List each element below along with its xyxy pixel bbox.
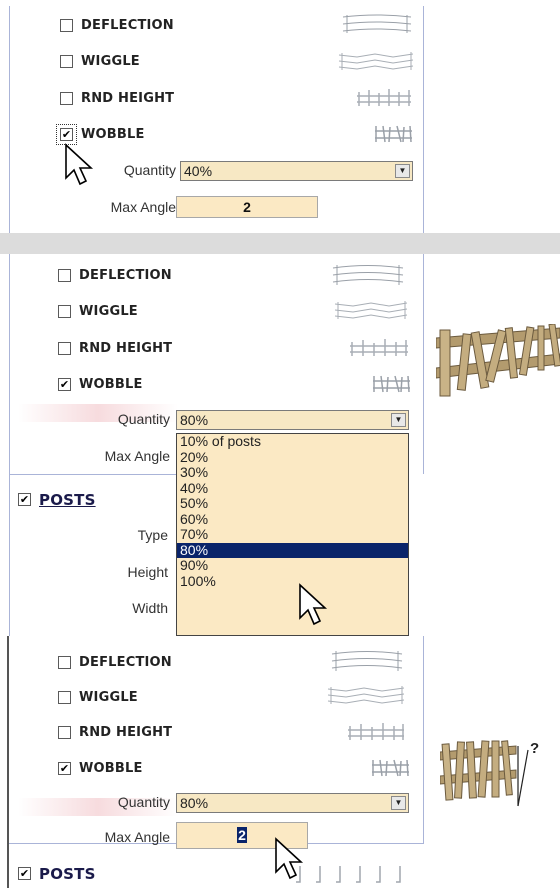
option-posts[interactable]: ✔ POSTS	[18, 864, 168, 888]
type-label: Type	[137, 527, 168, 543]
wiggle-checkbox[interactable]	[58, 305, 71, 318]
quantity-value: 40%	[184, 163, 213, 179]
wobble-label: WOBBLE	[79, 377, 143, 392]
quantity-value: 80%	[180, 412, 209, 428]
rnd-height-label: RND HEIGHT	[81, 91, 175, 106]
option-90[interactable]: 90%	[177, 557, 408, 574]
rnd-height-checkbox[interactable]	[58, 726, 71, 739]
rnd-height-checkbox[interactable]	[58, 342, 71, 355]
deflection-label: DEFLECTION	[81, 18, 174, 33]
max-angle-value: 2	[243, 199, 251, 215]
option-10[interactable]: 10% of posts	[177, 434, 408, 450]
quantity-dropdown-list[interactable]: 10% of posts 20% 30% 40% 50% 60% 70% 80%…	[176, 433, 409, 636]
mouse-pointer-icon	[65, 143, 94, 186]
panel-right-border	[423, 6, 424, 233]
panel-left-border	[9, 6, 10, 233]
deflection-checkbox[interactable]	[60, 19, 73, 32]
dropdown-arrow-icon[interactable]: ▼	[391, 796, 406, 810]
wiggle-checkbox[interactable]	[60, 55, 73, 68]
option-wobble[interactable]: ✔ WOBBLE	[58, 760, 408, 780]
wiggle-label: WIGGLE	[79, 304, 138, 319]
deflection-label: DEFLECTION	[79, 268, 172, 283]
wiggle-thumb-icon	[327, 686, 405, 704]
wobble-checkbox[interactable]: ✔	[56, 124, 77, 145]
angle-annotation: ?	[530, 740, 540, 757]
wobble-fence-illustration	[436, 324, 560, 397]
posts-label: POSTS	[39, 865, 96, 883]
panel-wobble-quantity-40: DEFLECTION WIGGLE RND HEIGHT ✔ WOBBLE Qu…	[0, 0, 560, 233]
wiggle-thumb-icon	[334, 301, 408, 319]
wobble-thumb-icon	[373, 375, 410, 393]
rnd-height-thumb-icon	[350, 339, 408, 356]
deflection-checkbox[interactable]	[58, 656, 71, 669]
rnd-height-label: RND HEIGHT	[79, 725, 173, 740]
rnd-height-thumb-icon	[348, 723, 404, 740]
height-label: Height	[127, 564, 168, 580]
deflection-checkbox[interactable]	[58, 269, 71, 282]
wiggle-label: WIGGLE	[81, 54, 140, 69]
wobble-checkbox[interactable]: ✔	[58, 762, 71, 775]
deflection-thumb-icon	[342, 14, 412, 33]
option-30[interactable]: 30%	[177, 464, 408, 481]
wiggle-checkbox[interactable]	[58, 691, 71, 704]
deflection-label: DEFLECTION	[79, 655, 172, 670]
mouse-pointer-icon	[275, 837, 304, 880]
wiggle-label: WIGGLE	[79, 690, 138, 705]
panel-left-border	[7, 636, 9, 888]
rnd-height-label: RND HEIGHT	[79, 341, 173, 356]
quantity-value: 80%	[180, 795, 209, 811]
wiggle-thumb-icon	[338, 52, 414, 70]
deflection-thumb-icon	[331, 651, 403, 671]
quantity-label: Quantity	[123, 162, 176, 178]
option-wobble[interactable]: ✔ WOBBLE	[58, 376, 408, 396]
max-angle-label: Max Angle	[104, 448, 170, 464]
wobble-thumb-icon	[372, 759, 409, 777]
option-70[interactable]: 70%	[177, 526, 408, 543]
dropdown-arrow-icon[interactable]: ▼	[395, 164, 410, 178]
posts-label: POSTS	[39, 491, 96, 509]
width-label: Width	[132, 600, 168, 616]
dropdown-arrow-icon[interactable]: ▼	[391, 413, 406, 427]
option-80[interactable]: 80%	[177, 542, 408, 558]
quantity-select[interactable]: 40% ▼	[180, 161, 413, 181]
rnd-height-thumb-icon	[357, 89, 411, 106]
max-angle-input[interactable]: 2	[176, 196, 318, 218]
wobble-label: WOBBLE	[81, 127, 145, 142]
option-100[interactable]: 100%	[177, 573, 408, 590]
rnd-height-checkbox[interactable]	[60, 92, 73, 105]
option-50[interactable]: 50%	[177, 495, 408, 512]
wobble-checkbox[interactable]: ✔	[58, 378, 71, 391]
posts-thumb-icon	[296, 866, 401, 883]
quantity-label: Quantity	[117, 411, 170, 427]
panel-quantity-dropdown-open: DEFLECTION WIGGLE RND HEIGHT ✔ WOBBLE Qu…	[0, 254, 560, 636]
option-20[interactable]: 20%	[177, 449, 408, 466]
deflection-thumb-icon	[332, 265, 404, 285]
panel-max-angle-editing: DEFLECTION WIGGLE RND HEIGHT ✔ WOBBLE Qu…	[0, 636, 560, 888]
quantity-select[interactable]: 80% ▼	[176, 410, 409, 430]
panel-right-border	[423, 636, 424, 843]
section-divider	[9, 474, 176, 475]
panel-left-border	[9, 254, 10, 636]
option-wobble[interactable]: ✔ WOBBLE	[56, 124, 410, 146]
option-40[interactable]: 40%	[177, 480, 408, 497]
max-angle-value: 2	[237, 827, 247, 843]
max-angle-label: Max Angle	[110, 199, 176, 215]
posts-checkbox[interactable]: ✔	[18, 867, 31, 880]
panel-separator	[0, 233, 560, 254]
wobble-thumb-icon	[375, 125, 412, 143]
max-angle-fence-illustration	[440, 740, 529, 807]
option-60[interactable]: 60%	[177, 511, 408, 528]
panel-right-border	[423, 254, 424, 474]
quantity-label: Quantity	[117, 794, 170, 810]
quantity-select[interactable]: 80% ▼	[176, 793, 409, 813]
mouse-pointer-icon	[299, 583, 328, 626]
max-angle-label: Max Angle	[104, 829, 170, 845]
option-posts[interactable]: ✔ POSTS	[18, 490, 168, 514]
wobble-label: WOBBLE	[79, 761, 143, 776]
posts-checkbox[interactable]: ✔	[18, 493, 31, 506]
